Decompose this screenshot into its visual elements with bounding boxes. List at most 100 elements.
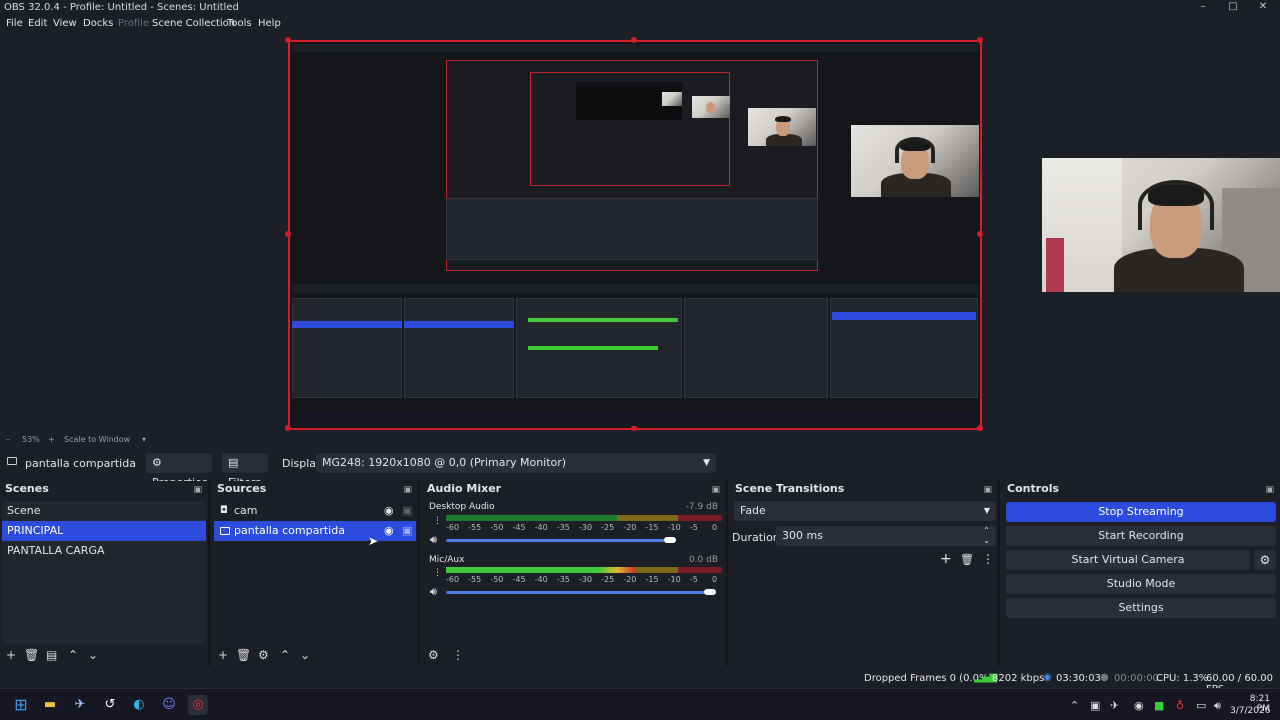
steam-icon[interactable]: ✈ bbox=[70, 695, 90, 715]
scene-item[interactable]: Scene bbox=[2, 501, 206, 521]
kebab-icon[interactable]: ⋮ bbox=[982, 552, 994, 566]
maximize-icon[interactable]: □ bbox=[1218, 0, 1248, 16]
chevron-down-icon[interactable]: ⌄ bbox=[983, 531, 990, 551]
eye-icon[interactable]: ◉ bbox=[384, 501, 394, 521]
menu-profile[interactable]: Profile bbox=[118, 18, 149, 29]
scale-mode[interactable]: Scale to Window bbox=[64, 435, 130, 444]
channel-db: -7.9 dB bbox=[685, 502, 718, 512]
zoom-out-icon[interactable]: – bbox=[6, 435, 10, 444]
kebab-icon[interactable]: ⋮ bbox=[433, 568, 442, 578]
menu-help[interactable]: Help bbox=[258, 18, 281, 29]
undock-icon[interactable]: ▣ bbox=[983, 482, 992, 498]
webcam-preview-image bbox=[851, 125, 979, 197]
resize-handle[interactable] bbox=[631, 37, 637, 43]
meter-tick-label: -25 bbox=[601, 575, 615, 584]
resize-handle[interactable] bbox=[285, 425, 291, 431]
gear-icon[interactable]: ⚙ bbox=[428, 648, 439, 662]
undock-icon[interactable]: ▣ bbox=[403, 482, 412, 498]
settings-button[interactable]: Settings bbox=[1006, 598, 1276, 618]
resize-handle[interactable] bbox=[285, 231, 291, 237]
close-icon[interactable]: ✕ bbox=[1248, 0, 1278, 16]
volume-slider-knob[interactable] bbox=[663, 537, 676, 543]
trash-icon[interactable]: 🗑︎ bbox=[960, 553, 974, 566]
source-item-screen[interactable]: pantalla compartida ◉ ▣ bbox=[214, 521, 416, 541]
app-icon[interactable]: ↺ bbox=[100, 695, 120, 715]
duration-spinbox[interactable]: 300 ms ⌃ ⌄ bbox=[776, 526, 996, 546]
tray-icon[interactable]: ■ bbox=[1154, 699, 1164, 712]
chevron-up-icon[interactable]: ⌃ bbox=[68, 648, 78, 662]
status-bar: Dropped Frames 0 (0.0%) ▂▄▆ 8202 kbps ◉ … bbox=[0, 668, 1280, 695]
add-icon[interactable]: + bbox=[218, 648, 228, 662]
meter-tick-label: -35 bbox=[556, 575, 570, 584]
chevron-up-icon[interactable]: ⌃ bbox=[280, 648, 290, 662]
tray-icon[interactable]: ◉ bbox=[1134, 699, 1144, 712]
eye-icon[interactable]: ◉ bbox=[384, 521, 394, 541]
lock-icon[interactable]: ▣ bbox=[402, 521, 412, 541]
obs-icon[interactable]: ◎ bbox=[188, 695, 208, 715]
nested-titlebar bbox=[292, 44, 978, 52]
file-explorer-icon[interactable]: ▬ bbox=[40, 695, 60, 715]
kebab-icon[interactable]: ⋮ bbox=[433, 516, 442, 526]
kebab-icon[interactable]: ⋮ bbox=[452, 648, 464, 662]
menu-view[interactable]: View bbox=[53, 18, 77, 29]
volume-slider-knob[interactable] bbox=[704, 589, 716, 595]
chevron-down-icon[interactable]: ▾ bbox=[142, 435, 146, 444]
add-icon[interactable]: + bbox=[940, 551, 952, 567]
transitions-header: Scene Transitions ▣ bbox=[730, 481, 998, 497]
chevron-down-icon: ▼ bbox=[703, 458, 710, 468]
microphone-icon[interactable]: ♁ bbox=[1176, 699, 1184, 712]
lock-icon[interactable]: ▣ bbox=[402, 501, 412, 521]
trash-icon[interactable]: 🗑︎ bbox=[24, 648, 39, 662]
webcam-source-image[interactable] bbox=[1042, 158, 1280, 292]
volume-slider[interactable] bbox=[446, 591, 716, 594]
undock-icon[interactable]: ▣ bbox=[1265, 482, 1274, 498]
filter-icon[interactable]: ▤ bbox=[46, 648, 57, 662]
windows-start-icon[interactable]: ⊞ bbox=[11, 695, 31, 715]
gear-icon[interactable]: ⚙ bbox=[258, 648, 269, 662]
menu-edit[interactable]: Edit bbox=[28, 18, 47, 29]
discord-icon[interactable]: ☺ bbox=[159, 695, 179, 715]
clock-date[interactable]: 3/7/2026 bbox=[1230, 706, 1270, 716]
speaker-icon[interactable]: 🔊︎ bbox=[1214, 699, 1221, 713]
meter-tick-label: -50 bbox=[490, 575, 504, 584]
resize-handle[interactable] bbox=[977, 37, 983, 43]
start-recording-button[interactable]: Start Recording bbox=[1006, 526, 1276, 546]
menu-docks[interactable]: Docks bbox=[83, 18, 113, 29]
menu-file[interactable]: File bbox=[6, 18, 23, 29]
add-icon[interactable]: + bbox=[6, 648, 16, 662]
nested-scenes bbox=[292, 298, 402, 398]
scene-item-selected[interactable]: PRINCIPAL bbox=[2, 521, 206, 541]
resize-handle[interactable] bbox=[977, 231, 983, 237]
edge-icon[interactable]: ◐ bbox=[129, 695, 149, 715]
volume-slider[interactable] bbox=[446, 539, 676, 542]
trash-icon[interactable]: 🗑︎ bbox=[236, 648, 251, 662]
gear-icon[interactable]: ⚙ bbox=[1254, 550, 1276, 570]
undock-icon[interactable]: ▣ bbox=[711, 482, 720, 498]
studio-mode-button[interactable]: Studio Mode bbox=[1006, 574, 1276, 594]
speaker-icon[interactable]: 🔊︎ bbox=[430, 585, 437, 599]
display-select[interactable]: MG248: 1920x1080 @ 0,0 (Primary Monitor)… bbox=[316, 453, 716, 473]
tray-icon[interactable]: ✈ bbox=[1110, 699, 1119, 712]
stop-streaming-button[interactable]: Stop Streaming bbox=[1006, 502, 1276, 522]
scene-item[interactable]: PANTALLA CARGA bbox=[2, 541, 206, 561]
chevron-down-icon[interactable]: ⌄ bbox=[88, 648, 98, 662]
transition-select[interactable]: Fade ▼ bbox=[734, 501, 996, 521]
resize-handle[interactable] bbox=[285, 37, 291, 43]
start-virtual-camera-button[interactable]: Start Virtual Camera bbox=[1006, 550, 1250, 570]
nested-transitions bbox=[684, 298, 828, 398]
menu-tools[interactable]: Tools bbox=[227, 18, 252, 29]
zoom-in-icon[interactable]: + bbox=[48, 435, 55, 444]
undock-icon[interactable]: ▣ bbox=[193, 482, 202, 498]
chevron-up-icon[interactable]: ⌃ bbox=[1070, 699, 1079, 712]
meter-tick-label: -30 bbox=[579, 523, 593, 532]
source-item-cam[interactable]: ◘ cam ◉ ▣ bbox=[214, 501, 416, 521]
audio-mixer-body: Desktop Audio -7.9 dB ⋮ -60 -55 -50 -45 -40-… bbox=[424, 501, 724, 644]
speaker-icon[interactable]: 🔊︎ bbox=[430, 533, 437, 547]
minimize-icon[interactable]: – bbox=[1188, 0, 1218, 16]
filters-button[interactable]: ▤ Filters bbox=[222, 453, 268, 489]
chevron-down-icon[interactable]: ⌄ bbox=[300, 648, 310, 662]
properties-button[interactable]: ⚙ Properties bbox=[146, 453, 212, 489]
tray-icon[interactable]: ▣ bbox=[1090, 699, 1100, 712]
menu-scene-collection[interactable]: Scene Collection bbox=[152, 18, 235, 29]
display-icon[interactable]: ▭ bbox=[1196, 699, 1206, 712]
